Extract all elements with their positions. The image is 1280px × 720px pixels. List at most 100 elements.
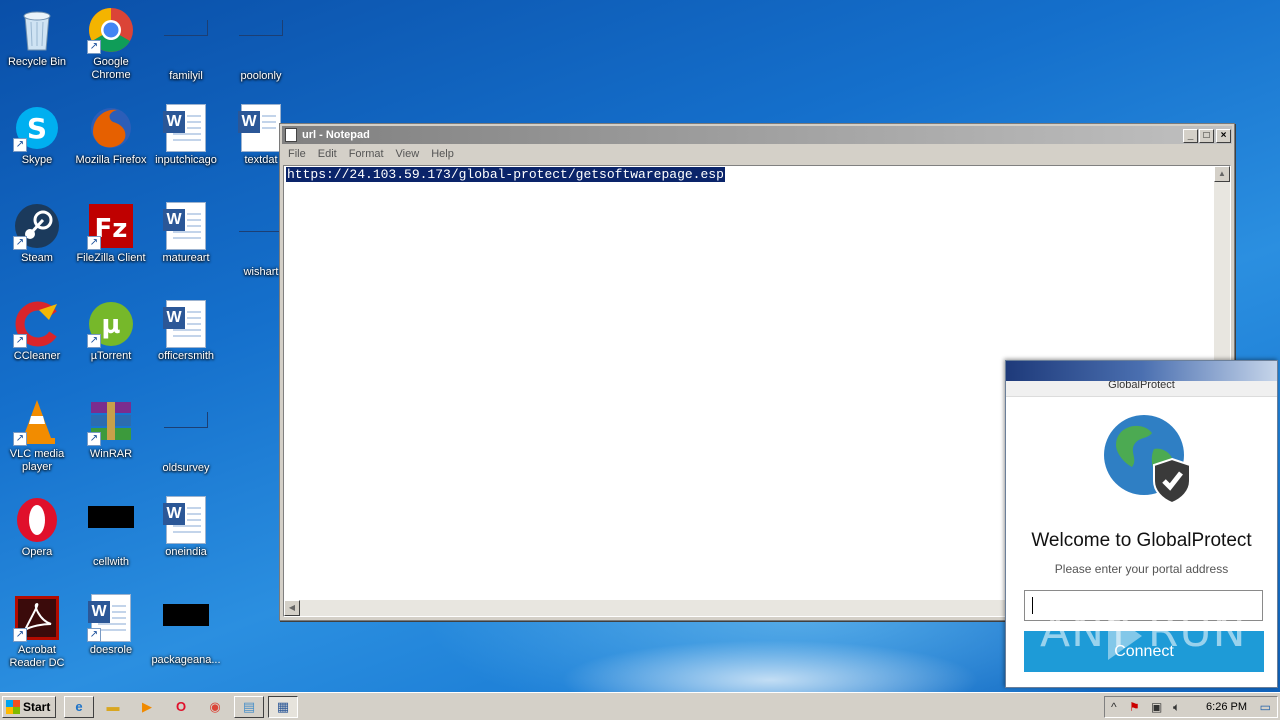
taskbar: Start e ▬ ▶ O ◉ ▤ ▦ ^ ⚑ ▣ 🔈︎ 6:26 PM ▭ [0,692,1280,720]
taskbar-opera-button[interactable]: O [166,696,196,718]
selected-url-text[interactable]: https://24.103.59.173/global-protect/get… [286,167,725,182]
desktop-icon-label: inputchicago [155,154,217,166]
skype-icon: S ↗ [13,104,61,152]
menu-file[interactable]: File [282,148,312,160]
shortcut-arrow-icon: ↗ [13,236,27,250]
desktop-icon-packageana[interactable]: packageana... [149,590,223,680]
scroll-left-icon[interactable]: ◀ [284,600,300,616]
svg-text:S: S [27,112,47,145]
desktop-icon-opera[interactable]: Opera [0,492,74,582]
notepad-title: url - Notepad [302,129,370,141]
chrome-icon: ↗ [87,6,135,54]
anyrun-watermark: ANY RUN [1040,606,1247,657]
shortcut-arrow-icon: ↗ [87,236,101,250]
close-button[interactable]: × [1216,129,1231,143]
desktop-icon-label: Google Chrome [91,56,131,81]
desktop-icon-label: Opera [21,546,53,558]
minimize-button[interactable]: _ [1183,129,1198,143]
desktop-icon-steam[interactable]: ↗ Steam [0,198,74,288]
svg-text:µ: µ [101,310,120,340]
steam-icon: ↗ [13,202,61,250]
taskbar-explorer-button[interactable]: ▬ [98,696,128,718]
filezilla-icon: Fz ↗ [87,202,135,250]
globalprotect-header [1006,361,1277,381]
desktop-icon-label: oneindia [165,546,207,558]
shortcut-arrow-icon: ↗ [87,628,101,642]
redacted-file-icon [87,506,135,554]
desktop-icon-recycle-bin[interactable]: Recycle Bin [0,2,74,92]
desktop-icon-vlc[interactable]: ↗ VLC media player [0,394,74,484]
tray-expand-icon[interactable]: ^ [1111,699,1117,715]
desktop-icon-label: familyil [169,70,203,82]
menu-format[interactable]: Format [343,148,390,160]
desktop-icon-utorrent[interactable]: µ ↗ µTorrent [74,296,148,386]
taskbar-chrome-button[interactable]: ◉ [200,696,230,718]
desktop-icon-poolonly[interactable]: poolonly [224,2,298,92]
globe-shield-icon [1102,413,1194,505]
desktop-icon-acrobat[interactable]: ↗ Acrobat Reader DC [0,590,74,680]
welcome-heading: Welcome to GlobalProtect [1031,530,1252,551]
folder-icon: ▬ [106,699,120,714]
opera-icon [13,496,61,544]
taskbar-notepad-button[interactable]: ▤ [234,696,264,718]
notepad-icon: ▤ [242,699,256,714]
desktop-icon-label: Recycle Bin [7,56,67,68]
scroll-up-icon[interactable]: ▲ [1214,166,1230,182]
network-icon[interactable]: ▣ [1151,699,1162,715]
taskbar-media-player-button[interactable]: ▶ [132,696,162,718]
menu-edit[interactable]: Edit [312,148,343,160]
word-document-icon: W [237,104,285,152]
watermark-play-icon [1108,612,1142,660]
action-center-flag-icon[interactable]: ⚑ [1129,699,1140,715]
clock[interactable]: 6:26 PM [1206,699,1247,715]
maximize-button[interactable]: □ [1199,129,1214,143]
menu-help[interactable]: Help [425,148,460,160]
show-desktop-icon[interactable]: ▭ [1260,699,1271,715]
desktop-icon-firefox[interactable]: Mozilla Firefox [74,100,148,190]
desktop-icon-label: Mozilla Firefox [75,154,147,166]
desktop-icon-oneindia[interactable]: W oneindia [149,492,223,582]
winrar-icon: ↗ [87,398,135,446]
vlc-cone-icon: ↗ [13,398,61,446]
desktop-icon-familyil[interactable]: familyil [149,2,223,92]
desktop-icon-winrar[interactable]: ↗ WinRAR [74,394,148,484]
utorrent-icon: µ ↗ [87,300,135,348]
opera-icon: O [175,699,187,714]
desktop-icon-doesrole[interactable]: W ↗ doesrole [74,590,148,680]
desktop-icon-label: poolonly [240,70,282,82]
document-icon: ▦ [276,699,290,714]
taskbar-ie-button[interactable]: e [64,696,94,718]
taskbar-active-window-button[interactable]: ▦ [268,696,298,718]
desktop-icon-label: Skype [21,154,53,166]
desktop-icon-matureart[interactable]: W matureart [149,198,223,288]
internet-explorer-icon: e [75,699,83,714]
desktop-icon-skype[interactable]: S ↗ Skype [0,100,74,190]
menu-view[interactable]: View [390,148,426,160]
desktop-icon-oldsurvey[interactable]: oldsurvey [149,394,223,484]
start-button[interactable]: Start [2,696,56,718]
notepad-menubar: File Edit Format View Help [282,145,1232,163]
firefox-icon [87,104,135,152]
desktop-icon-label: FileZilla Client [76,252,146,264]
wallpaper-glow [560,640,980,692]
desktop-icon-ccleaner[interactable]: ↗ CCleaner [0,296,74,386]
volume-icon[interactable]: 🔈︎ [1173,699,1180,715]
desktop-icon-chrome[interactable]: ↗ Google Chrome [74,2,148,92]
notepad-titlebar[interactable]: url - Notepad _ □ × [282,126,1232,144]
desktop-icon-label: Acrobat Reader DC [9,644,65,669]
desktop-icon-cellwith[interactable]: cellwith [74,492,148,582]
desktop-icon-label: Steam [21,252,53,264]
file-icon [162,412,210,460]
desktop-icon-label: officersmith [157,350,215,362]
desktop-icon-inputchicago[interactable]: W inputchicago [149,100,223,190]
shortcut-arrow-icon: ↗ [13,334,27,348]
system-tray: ^ ⚑ ▣ 🔈︎ 6:26 PM ▭ [1104,696,1278,718]
shortcut-arrow-icon: ↗ [13,138,27,152]
windows-flag-icon [6,700,20,714]
acrobat-icon: ↗ [13,594,61,642]
ccleaner-icon: ↗ [13,300,61,348]
desktop-icon-filezilla[interactable]: Fz ↗ FileZilla Client [74,198,148,288]
desktop-icon-label: packageana... [151,654,221,666]
desktop-icon-officersmith[interactable]: W officersmith [149,296,223,386]
shortcut-arrow-icon: ↗ [87,334,101,348]
